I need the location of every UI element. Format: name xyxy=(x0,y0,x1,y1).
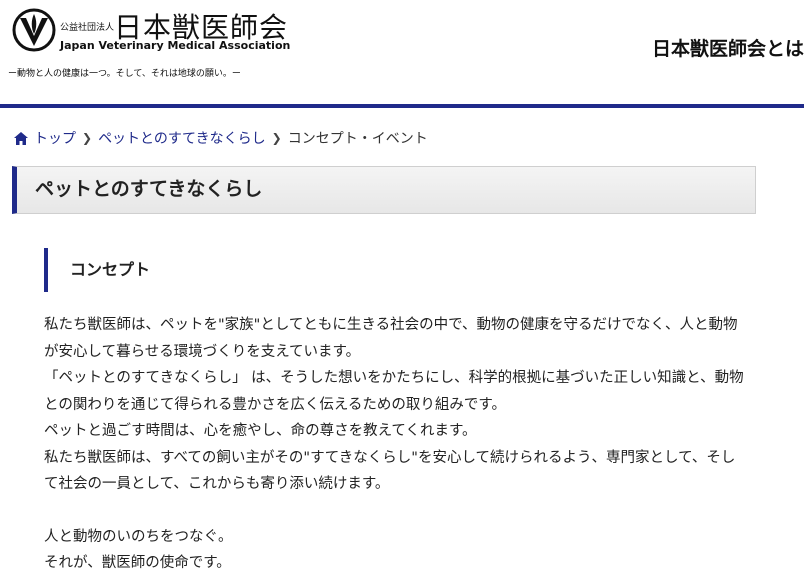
paragraph: 私たち獣医師は、ペットを"家族"としてともに生きる社会の中で、動物の健康を守るだ… xyxy=(44,317,738,360)
nav-about-link[interactable]: 日本獣医師会とは xyxy=(652,34,804,61)
logo-english-name: Japan Veterinary Medical Association xyxy=(60,39,291,52)
closing-line: それが、獣医師の使命です。 xyxy=(44,555,231,571)
paragraph: ペットと過ごす時間は、心を癒やし、命の尊さを教えてくれます。 xyxy=(44,423,477,439)
jvma-logo-icon[interactable] xyxy=(12,8,56,52)
chevron-right-icon: ❯ xyxy=(82,131,93,145)
breadcrumb: トップ ❯ ペットとのすてきなくらし ❯ コンセプト・イベント xyxy=(14,128,428,148)
breadcrumb-home-link[interactable]: トップ xyxy=(34,128,76,148)
home-icon xyxy=(14,131,28,145)
page-title: ペットとのすてきなくらし xyxy=(12,166,756,214)
paragraph: 私たち獣医師は、すべての飼い主がその"すてきなくらし"を安心して続けられるよう、… xyxy=(44,449,736,493)
section-heading: コンセプト xyxy=(44,248,150,292)
breadcrumb-section-link[interactable]: ペットとのすてきなくらし xyxy=(98,128,266,148)
site-tagline: ー動物と人の健康は一つ。そして、それは地球の願い。ー xyxy=(8,69,241,79)
paragraph: 「ペットとのすてきなくらし」 は、そうした想いをかたちにし、科学的根拠に基づいた… xyxy=(44,370,744,413)
closing-line: 人と動物のいのちをつなぐ。 xyxy=(44,528,233,545)
logo-org-type: 公益社団法人 xyxy=(60,23,115,33)
breadcrumb-current: コンセプト・イベント xyxy=(287,131,428,147)
chevron-right-icon: ❯ xyxy=(271,131,282,145)
header-divider xyxy=(0,104,804,108)
site-header: 公益社団法人 日本獣医師会 Japan Veterinary Medical A… xyxy=(0,0,804,108)
concept-body: 私たち獣医師は、ペットを"家族"としてともに生きる社会の中で、動物の健康を守るだ… xyxy=(44,312,744,577)
